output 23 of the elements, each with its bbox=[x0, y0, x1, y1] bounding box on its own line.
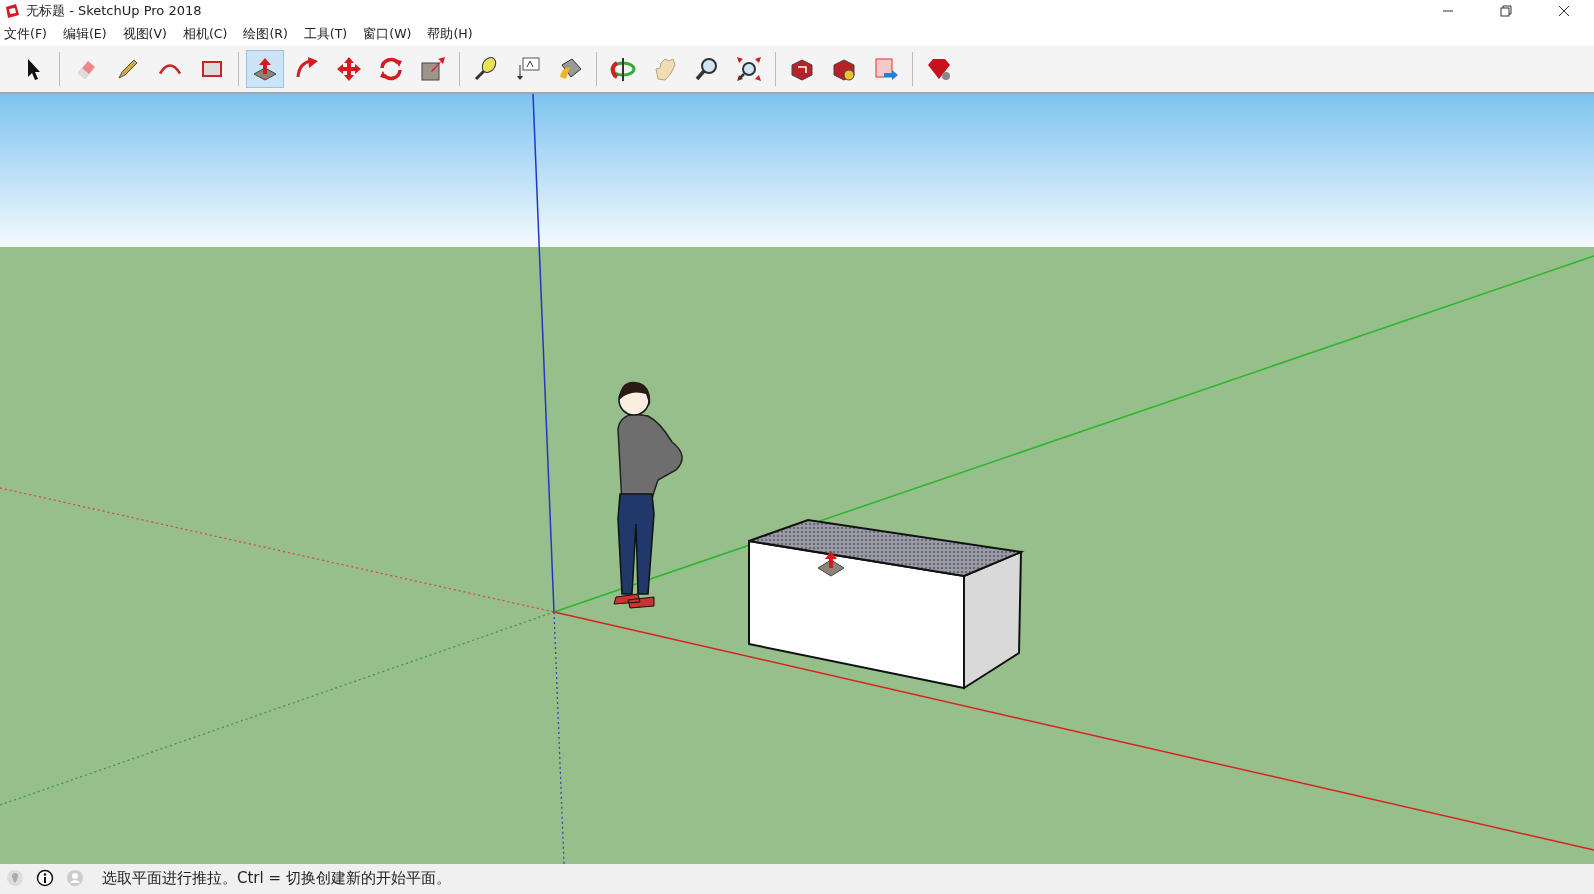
info-icon bbox=[36, 869, 54, 887]
window-title: 无标题 - SketchUp Pro 2018 bbox=[26, 2, 203, 20]
status-message: 选取平面进行推拉。Ctrl = 切换创建新的开始平面。 bbox=[102, 868, 451, 888]
user-icon bbox=[66, 869, 84, 887]
menu-item[interactable]: 相机(C) bbox=[182, 25, 228, 43]
location-pin-icon bbox=[6, 869, 24, 887]
close-icon bbox=[1558, 5, 1570, 17]
orbit-icon bbox=[609, 55, 637, 83]
zoom-extents-icon bbox=[735, 55, 763, 83]
menu-item[interactable]: 工具(T) bbox=[303, 25, 348, 43]
rotate-icon bbox=[377, 55, 405, 83]
arc-icon bbox=[159, 63, 181, 75]
send-to-layout-icon bbox=[872, 55, 900, 83]
menu-item[interactable]: 窗口(W) bbox=[363, 25, 412, 43]
four-arrows-icon bbox=[335, 55, 363, 83]
menu-item[interactable]: 文件(F) bbox=[4, 25, 47, 43]
menu-item[interactable]: 视图(V) bbox=[122, 25, 167, 43]
restore-icon bbox=[1500, 5, 1512, 17]
app-logo-icon bbox=[4, 3, 20, 19]
scale-icon bbox=[419, 55, 447, 83]
menu-item[interactable]: 绘图(R) bbox=[243, 25, 288, 43]
menu-item[interactable]: 编辑(E) bbox=[62, 25, 107, 43]
menu-item[interactable]: 帮助(H) bbox=[427, 25, 473, 43]
